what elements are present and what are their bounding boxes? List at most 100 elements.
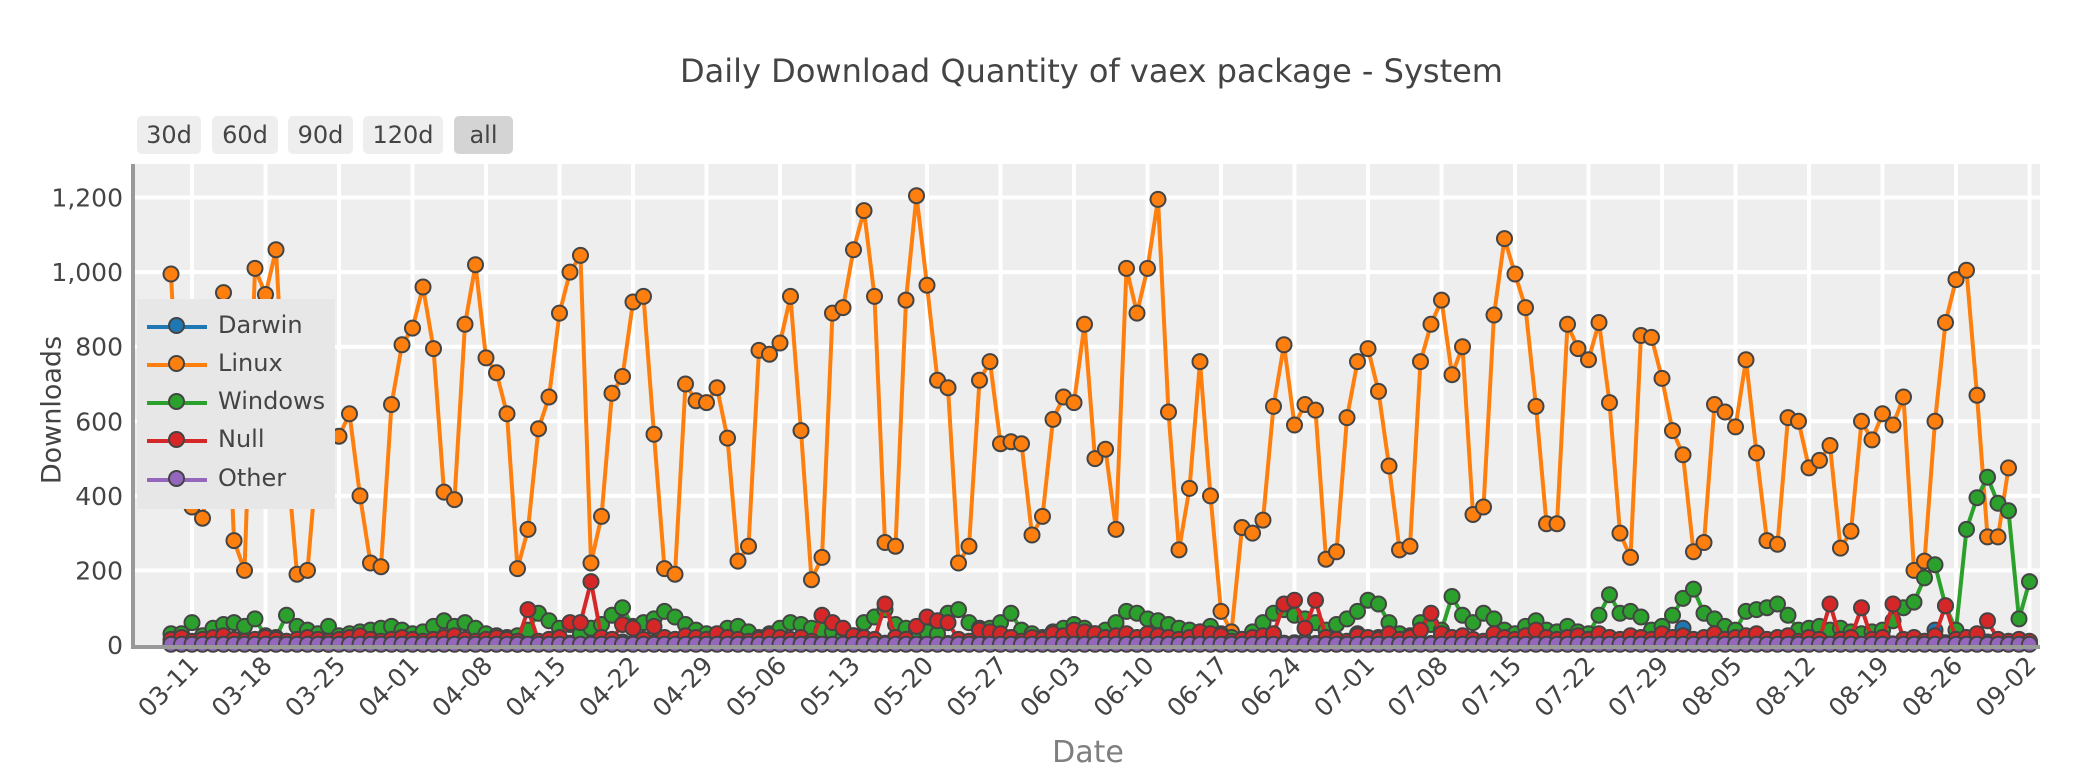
data-point xyxy=(1517,299,1534,317)
range-button-90d[interactable]: 90d xyxy=(288,116,353,154)
data-point xyxy=(635,287,652,305)
legend-item-linux[interactable]: Linux xyxy=(137,346,335,384)
chart-title: Daily Download Quantity of vaex package … xyxy=(680,52,1503,90)
data-point xyxy=(1212,602,1230,620)
data-point xyxy=(299,561,316,579)
range-button-60d[interactable]: 60d xyxy=(212,116,278,154)
data-point xyxy=(383,396,400,413)
legend-label: Null xyxy=(218,425,265,453)
data-point xyxy=(1779,606,1797,624)
y-tick-label: 0 xyxy=(107,631,123,660)
data-point xyxy=(1958,520,1975,538)
data-point xyxy=(1254,511,1272,529)
data-point xyxy=(572,614,589,632)
data-point xyxy=(603,384,621,402)
x-tick-label: 03-11 xyxy=(132,651,204,723)
data-point xyxy=(1359,340,1377,358)
data-point xyxy=(1622,548,1639,566)
x-tick-label: 07-15 xyxy=(1455,651,1527,723)
x-tick-label: 06-24 xyxy=(1235,651,1307,723)
data-point xyxy=(519,601,537,619)
data-point xyxy=(2021,635,2038,653)
y-tick-label: 1,000 xyxy=(51,258,123,287)
data-point xyxy=(351,487,369,505)
y-tick-label: 600 xyxy=(75,407,123,436)
data-point xyxy=(960,537,978,555)
data-point xyxy=(876,595,894,613)
x-tick-label: 07-08 xyxy=(1382,651,1454,723)
data-point xyxy=(194,509,211,527)
data-point xyxy=(1611,524,1629,542)
data-point xyxy=(1149,190,1167,208)
data-point xyxy=(1349,353,1366,371)
x-tick-label: 05-06 xyxy=(720,651,792,723)
legend-marker-other-icon xyxy=(168,470,185,487)
data-point xyxy=(1013,435,1030,453)
data-point xyxy=(1443,366,1461,384)
legend-marker-windows-icon xyxy=(168,393,185,410)
data-point xyxy=(950,554,967,572)
data-point xyxy=(572,246,589,264)
data-point xyxy=(519,520,537,538)
x-tick-label: 08-12 xyxy=(1749,651,1821,723)
data-point xyxy=(162,265,180,283)
data-point xyxy=(1653,369,1671,387)
data-point xyxy=(498,405,516,423)
data-point xyxy=(1170,541,1188,559)
data-point xyxy=(1454,338,1471,356)
data-point xyxy=(2010,610,2028,628)
legend-item-other[interactable]: Other xyxy=(137,461,335,499)
data-point xyxy=(1790,412,1807,430)
data-point xyxy=(1475,498,1492,516)
x-tick-label: 07-22 xyxy=(1529,651,1601,723)
data-point xyxy=(404,319,421,337)
x-tick-label: 04-08 xyxy=(426,651,498,723)
data-point xyxy=(1401,537,1419,555)
y-axis-label: Downloads xyxy=(36,335,68,485)
legend-item-null[interactable]: Null xyxy=(137,422,335,460)
range-button-all[interactable]: all xyxy=(454,116,513,154)
data-point xyxy=(1044,410,1062,428)
data-point xyxy=(1905,593,1923,611)
data-point xyxy=(1506,265,1524,283)
legend-item-windows[interactable]: Windows xyxy=(137,384,335,422)
data-point xyxy=(1139,259,1156,277)
data-point xyxy=(1412,353,1429,371)
legend-marker-linux-icon xyxy=(168,355,185,372)
data-point xyxy=(698,394,715,412)
data-point xyxy=(1286,591,1303,609)
range-button-120d[interactable]: 120d xyxy=(363,116,443,154)
x-tick-label: 07-29 xyxy=(1602,651,1674,723)
x-tick-label: 08-19 xyxy=(1823,651,1895,723)
legend-item-darwin[interactable]: Darwin xyxy=(137,308,335,346)
data-point xyxy=(1002,604,1020,622)
x-tick-label: 05-27 xyxy=(941,651,1013,723)
x-tick-label: 04-01 xyxy=(353,651,425,723)
range-button-30d[interactable]: 30d xyxy=(137,116,201,154)
data-point xyxy=(1769,535,1786,553)
data-point xyxy=(582,554,600,572)
data-point xyxy=(1685,580,1702,598)
data-point xyxy=(677,375,694,393)
data-point xyxy=(1496,230,1513,248)
data-point xyxy=(1559,315,1576,333)
data-point xyxy=(1968,489,1986,507)
x-tick-label: 03-25 xyxy=(279,651,351,723)
data-point xyxy=(341,405,358,423)
legend: Darwin Linux Windows Null Other xyxy=(137,299,335,509)
data-point xyxy=(740,537,757,555)
x-axis-ticks: 03-11 03-18 03-25 04-01 04-08 04-15 04-22 04-29… xyxy=(132,651,2041,723)
data-point xyxy=(246,259,264,277)
data-point xyxy=(1265,397,1282,415)
data-point xyxy=(614,599,631,617)
data-point xyxy=(488,364,505,382)
x-tick-label: 03-18 xyxy=(206,651,278,723)
data-point xyxy=(645,425,663,443)
data-point xyxy=(1412,621,1429,639)
x-tick-label: 06-03 xyxy=(1014,651,1086,723)
data-point xyxy=(1968,386,1986,404)
data-point xyxy=(540,388,558,406)
x-tick-label: 05-13 xyxy=(794,651,866,723)
legend-label: Windows xyxy=(218,387,326,415)
data-point xyxy=(939,614,957,632)
